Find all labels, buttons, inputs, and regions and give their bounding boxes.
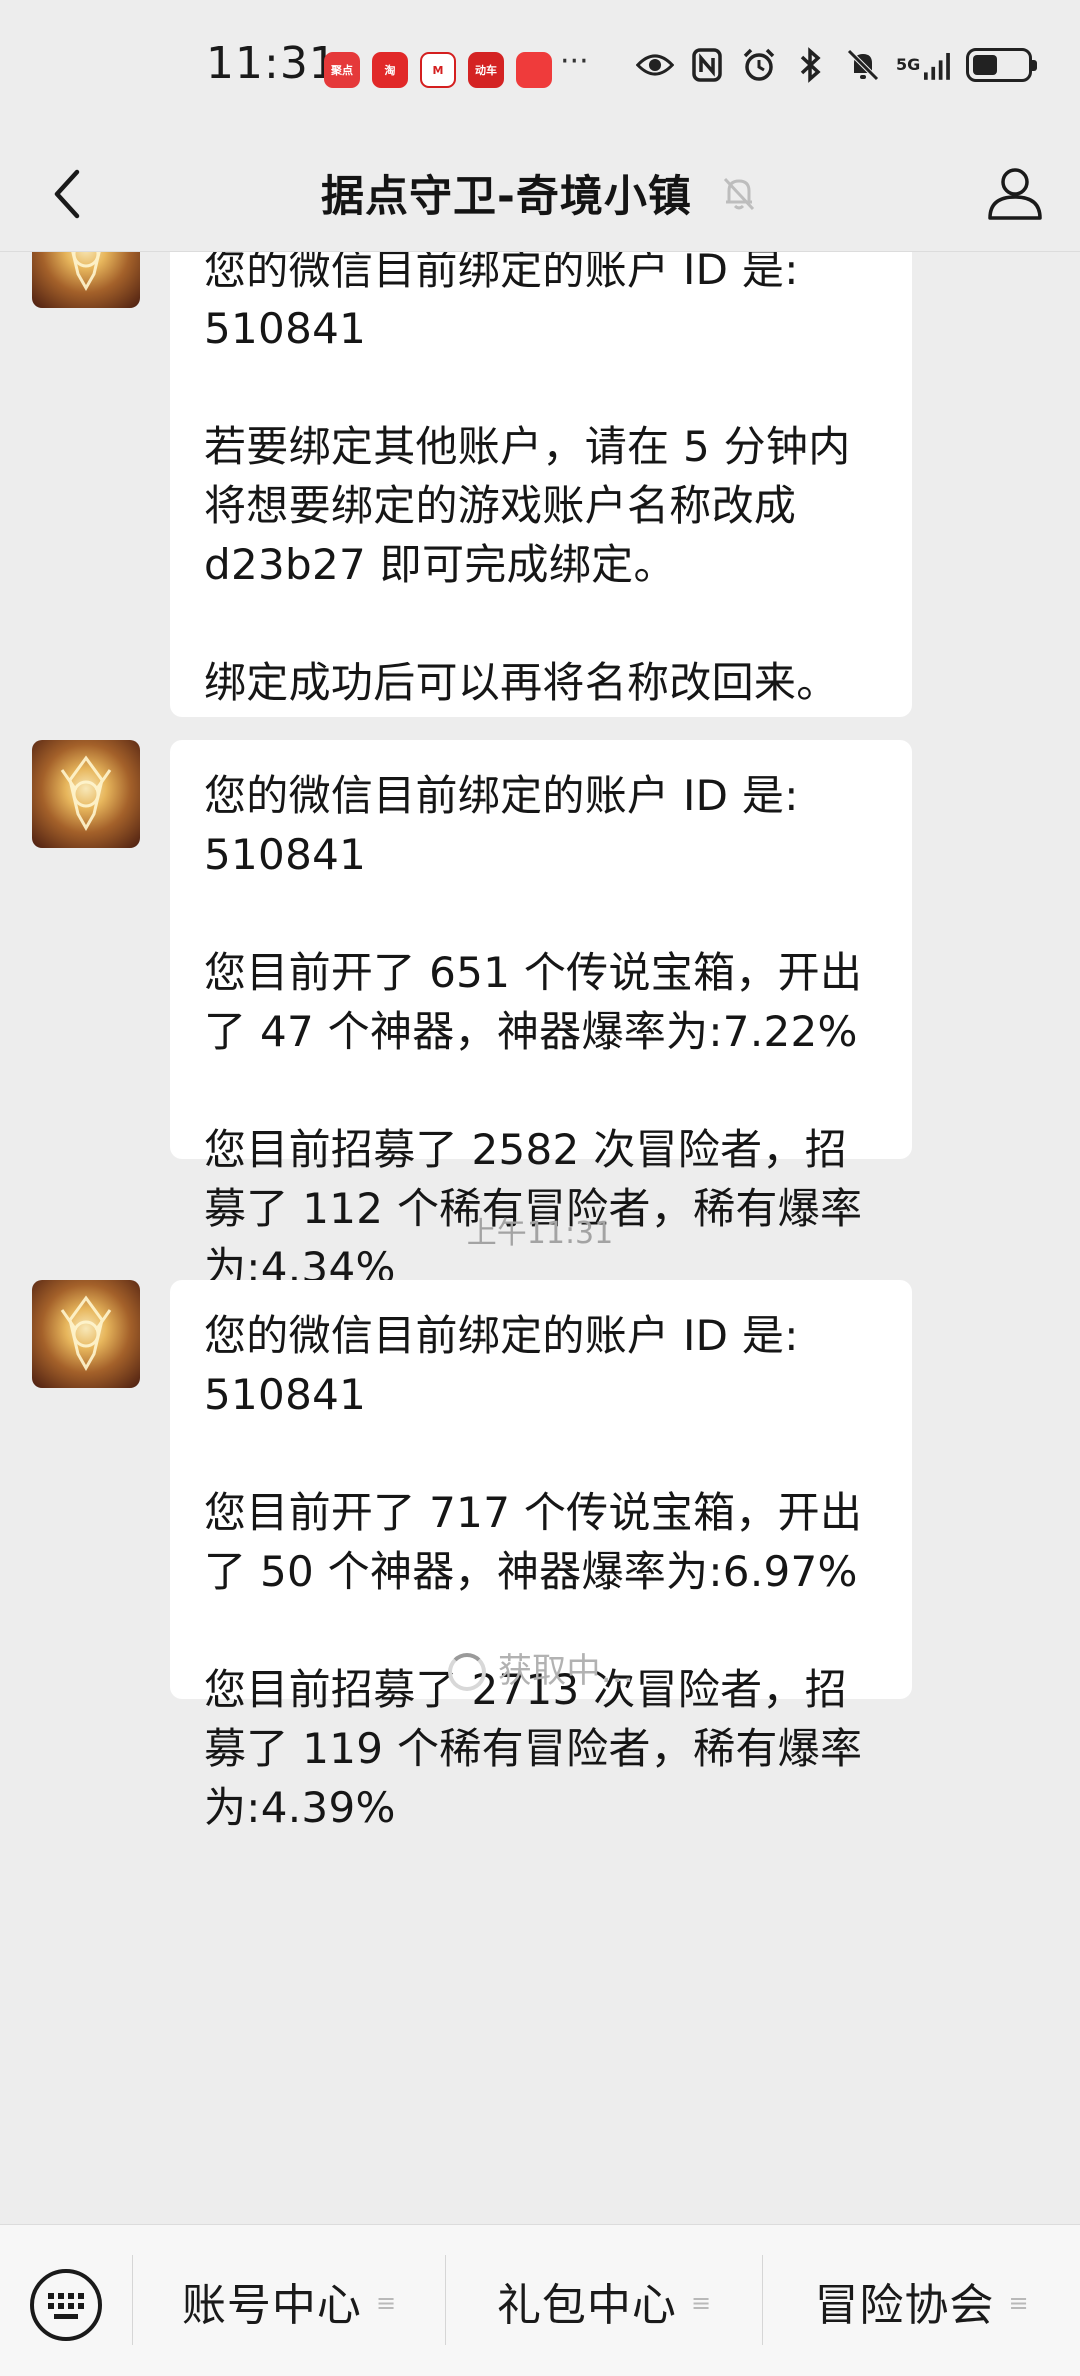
golden-emblem-icon [71, 252, 101, 292]
more-notifications-icon: ··· [560, 44, 589, 79]
message-line: 将想要绑定的游戏账户名称改成 [204, 481, 797, 530]
bluetooth-icon [792, 46, 830, 84]
signal-icon: 5G [896, 46, 952, 84]
notification-app-icons: 聚点 淘 M 动车 [324, 52, 552, 88]
message-line: 了 50 个神器，神器爆率为:6.97% [204, 1547, 858, 1596]
loading-indicator: 获取中... [170, 1642, 912, 1701]
status-icons: 5G [636, 46, 1037, 84]
menu-account-center[interactable]: 账号中心 ≡ [133, 2225, 445, 2376]
bot-avatar[interactable] [32, 1280, 140, 1388]
status-time: 11:31 [206, 38, 338, 89]
message-line: 510841 [204, 830, 367, 879]
keyboard-icon [30, 2269, 102, 2341]
eye-icon [636, 46, 674, 84]
title-wrap: 据点守卫-奇境小镇 [0, 162, 1080, 224]
submenu-icon: ≡ [1008, 2289, 1029, 2317]
chat-header: 据点守卫-奇境小镇 [0, 136, 1080, 252]
time-divider: 上午11:31 [466, 1216, 614, 1251]
spinner-icon [447, 1652, 486, 1691]
message-line: 若要绑定其他账户，请在 5 分钟内 [204, 422, 851, 471]
battery-icon [966, 48, 1037, 82]
message-line: 您的微信目前绑定的账户 ID 是: [204, 771, 799, 820]
mute-icon [844, 46, 882, 84]
alarm-icon [740, 46, 778, 84]
app-badge-icon: M [420, 52, 456, 88]
chat-info-button[interactable] [980, 158, 1050, 228]
loading-text: 获取中... [497, 1651, 635, 1691]
network-type: 5G [896, 55, 921, 74]
person-icon [988, 168, 1042, 220]
keyboard-toggle-button[interactable] [28, 2267, 104, 2343]
bot-avatar[interactable] [32, 740, 140, 848]
muted-bell-icon [719, 173, 759, 213]
golden-emblem-icon [60, 1295, 112, 1372]
message-line: 510841 [204, 1370, 367, 1419]
message-line: d23b27 即可完成绑定。 [204, 540, 676, 589]
message-line: 募了 119 个稀有冒险者，稀有爆率 [204, 1724, 863, 1773]
app-badge-icon [516, 52, 552, 88]
message-line: 了 47 个神器，神器爆率为:7.22% [204, 1007, 858, 1056]
message-line: 绑定成功后可以再将名称改回来。 [204, 658, 839, 707]
menu-label: 账号中心 [181, 2280, 362, 2331]
app-badge-icon: 聚点 [324, 52, 360, 88]
menu-label: 礼包中心 [496, 2280, 677, 2331]
message-line: 您的微信目前绑定的账户 ID 是: [204, 252, 799, 294]
status-bar: 11:31 聚点 淘 M 动车 ··· 5G [0, 0, 1080, 136]
menu-adventure-guild[interactable]: 冒险协会 ≡ [763, 2225, 1080, 2376]
submenu-icon: ≡ [690, 2289, 712, 2317]
message-line: 您目前招募了 2582 次冒险者，招 [204, 1125, 847, 1174]
message-line: 为:4.39% [204, 1783, 396, 1832]
message-bubble[interactable]: 您的微信目前绑定的账户 ID 是: 510841 您目前开了 717 个传说宝箱… [170, 1280, 912, 1832]
message-list[interactable]: 您的微信目前绑定的账户 ID 是: 510841 若要绑定其他账户，请在 5 分… [0, 252, 1080, 2224]
bot-avatar[interactable] [32, 252, 140, 308]
chat-title: 据点守卫-奇境小镇 [321, 172, 692, 222]
menu-gift-center[interactable]: 礼包中心 ≡ [446, 2225, 762, 2376]
message-line: 您目前开了 717 个传说宝箱，开出 [204, 1488, 863, 1537]
service-menu-bar: 账号中心 ≡ 礼包中心 ≡ 冒险协会 ≡ [0, 2224, 1080, 2376]
message-bubble[interactable]: 您的微信目前绑定的账户 ID 是: 510841 您目前开了 651 个传说宝箱… [170, 740, 912, 1292]
submenu-icon: ≡ [375, 2289, 397, 2317]
message-line: 510841 [204, 304, 367, 353]
menu-label: 冒险协会 [814, 2280, 995, 2331]
golden-emblem-icon [60, 755, 112, 832]
nfc-icon [688, 46, 726, 84]
message-line: 您目前开了 651 个传说宝箱，开出 [204, 948, 863, 997]
app-badge-icon: 动车 [468, 52, 504, 88]
app-badge-icon: 淘 [372, 52, 408, 88]
message-line: 您的微信目前绑定的账户 ID 是: [204, 1311, 799, 1360]
message-bubble[interactable]: 您的微信目前绑定的账户 ID 是: 510841 若要绑定其他账户，请在 5 分… [170, 252, 912, 717]
